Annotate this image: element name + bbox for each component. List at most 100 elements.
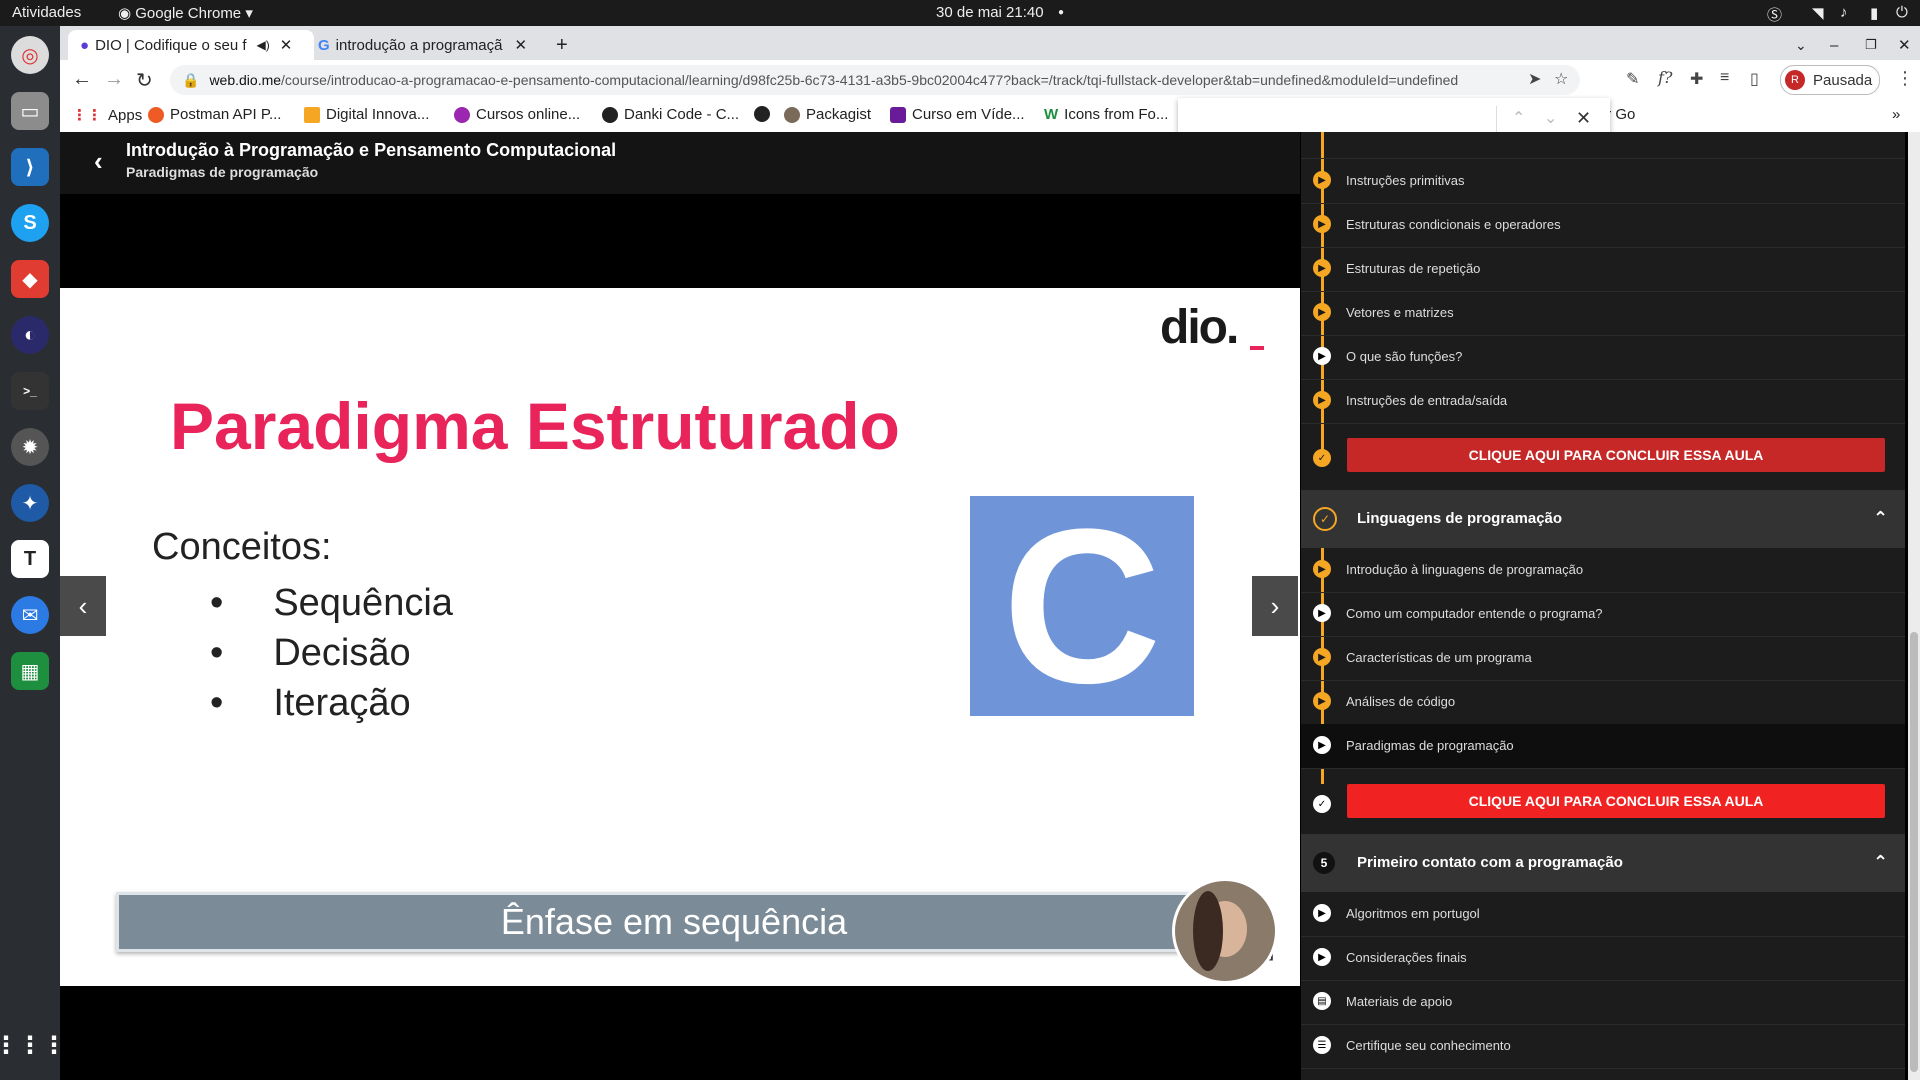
bullet-item: • Iteração (210, 682, 411, 724)
sidepanel-icon[interactable]: ▯ (1750, 69, 1759, 89)
section-header-languages[interactable]: ✓ Linguagens de programação ⌃ (1301, 490, 1905, 548)
profile-button[interactable]: R Pausada (1780, 65, 1880, 95)
collapse-chevron-icon[interactable]: ⌃ (1873, 852, 1888, 873)
media-icon[interactable]: ≡ (1720, 69, 1729, 87)
lesson-item[interactable]: ▶ Instruções primitivas (1301, 159, 1905, 204)
tab-search-icon[interactable]: ⌄ (1795, 30, 1807, 60)
bookmark-cursos-online[interactable]: Cursos online... (454, 106, 580, 123)
find-close-icon[interactable]: ✕ (1576, 108, 1591, 129)
battery-icon[interactable]: ▮ (1870, 4, 1878, 22)
compass-icon[interactable]: ✦ (11, 484, 49, 522)
instructor-avatar (1172, 878, 1278, 984)
play-icon: ▶ (1313, 391, 1331, 409)
share-icon[interactable]: ➤ (1528, 69, 1541, 89)
reload-icon[interactable]: ↻ (136, 68, 153, 93)
bookmark-digital-innovation[interactable]: Digital Innova... (304, 106, 429, 123)
extension-pen-icon[interactable]: ✎ (1626, 69, 1639, 89)
skype-icon[interactable]: S (11, 204, 49, 242)
play-icon: ▶ (1313, 215, 1331, 233)
concepts-label: Conceitos: (152, 526, 332, 568)
tab-google[interactable]: G introdução a programaçã ✕ (308, 30, 548, 60)
wifi-icon[interactable]: ◥ (1812, 4, 1824, 22)
address-bar[interactable]: 🔒 web.dio.me/course/introducao-a-program… (170, 65, 1580, 95)
volume-icon[interactable]: ♪ (1840, 4, 1848, 21)
page-content: ‹ Introdução à Programação e Pensamento … (60, 132, 1920, 1080)
files-icon[interactable]: ▭ (11, 92, 49, 130)
google-favicon-icon: G (318, 36, 330, 54)
lesson-item[interactable]: ▶ Introdução à linguagens de programação (1301, 548, 1905, 593)
play-icon: ▶ (1313, 560, 1331, 578)
complete-lesson-button[interactable]: CLIQUE AQUI PARA CONCLUIR ESSA AULA (1347, 784, 1885, 818)
course-sidebar: ▶ Instruções primitivas ▶ Estruturas condi… (1301, 132, 1905, 1080)
close-window-button[interactable]: ✕ (1898, 30, 1911, 60)
play-icon: ▶ (1313, 948, 1331, 966)
next-slide-button[interactable]: › (1252, 576, 1298, 636)
lesson-item[interactable]: ▶ Estruturas de repetição (1301, 247, 1905, 292)
course-title: Introdução à Programação e Pensamento Co… (126, 140, 617, 160)
lesson-item-current[interactable]: ▶ Paradigmas de programação (1301, 724, 1905, 769)
bookmark-curso-em-video[interactable]: Curso em Víde... (890, 106, 1025, 123)
power-icon[interactable]: ⏻ (1896, 4, 1908, 21)
more-bookmarks-icon[interactable]: » (1892, 106, 1900, 123)
browser-toolbar: ← → ↻ 🔒 web.dio.me/course/introducao-a-p… (60, 60, 1920, 100)
lesson-item[interactable]: ☰ Certifique seu conhecimento (1301, 1024, 1905, 1069)
lesson-item[interactable]: ▤ Materiais de apoio (1301, 980, 1905, 1025)
icons8-icon: W (1044, 106, 1059, 123)
eclipse-icon[interactable]: ◐ (11, 316, 49, 354)
formula-extension-icon[interactable]: f? (1658, 68, 1673, 87)
activities-button[interactable]: Atividades (12, 4, 81, 21)
lock-icon: 🔒 (182, 71, 200, 88)
lesson-item[interactable]: ▶ Algoritmos em portugol (1301, 892, 1905, 937)
bookmark-globe[interactable] (754, 106, 770, 122)
forward-icon[interactable]: → (104, 68, 124, 91)
back-arrow-icon[interactable]: ‹ (94, 146, 103, 177)
find-previous-icon[interactable]: ⌃ (1512, 108, 1525, 128)
minimize-button[interactable]: – (1830, 30, 1838, 60)
lesson-item[interactable]: ▶ Instruções de entrada/saída (1301, 379, 1905, 424)
section-header-first-contact[interactable]: 5 Primeiro contato com a programação ⌃ (1301, 834, 1905, 892)
bookmark-icons-from[interactable]: W Icons from Fo... (1044, 106, 1168, 123)
extensions-icon[interactable]: ✚ (1690, 69, 1703, 89)
close-tab-icon[interactable]: ✕ (280, 36, 293, 54)
bookmark-star-icon[interactable]: ☆ (1554, 69, 1568, 89)
clock[interactable]: 30 de mai 21:40 (936, 4, 1044, 21)
thunderbird-icon[interactable]: ✉ (11, 596, 49, 634)
mute-icon[interactable]: ◀) (257, 38, 270, 52)
back-icon[interactable]: ← (72, 68, 92, 91)
bookmark-danki-code[interactable]: Danki Code - C... (602, 106, 739, 123)
complete-lesson-button[interactable]: CLIQUE AQUI PARA CONCLUIR ESSA AULA (1347, 438, 1885, 472)
lesson-item[interactable]: ▶ O que são funções? (1301, 335, 1905, 380)
skype-tray-icon[interactable]: Ⓢ (1767, 4, 1782, 25)
spreadsheet-icon[interactable]: ▦ (11, 652, 49, 690)
bookmark-packagist[interactable]: Packagist (784, 106, 871, 123)
app-grid-icon[interactable]: ⋮⋮⋮ (0, 1026, 66, 1064)
tab-dio[interactable]: ● DIO | Codifique o seu f ◀) ✕ (68, 30, 314, 60)
vscode-icon[interactable]: ⟩ (11, 148, 49, 186)
anydesk-icon[interactable]: ◆ (11, 260, 49, 298)
prev-slide-button[interactable]: ‹ (60, 576, 106, 636)
chrome-icon[interactable]: ◎ (11, 36, 49, 74)
lesson-header: ‹ Introdução à Programação e Pensamento … (60, 132, 1300, 194)
menu-icon[interactable]: ⋮ (1896, 68, 1914, 89)
lesson-item[interactable]: ▶ Vetores e matrizes (1301, 291, 1905, 336)
collapse-chevron-icon[interactable]: ⌃ (1873, 508, 1888, 529)
app-menu[interactable]: ◉ Google Chrome ▾ (118, 4, 253, 22)
typora-icon[interactable]: T (11, 540, 49, 578)
lesson-item[interactable]: ▶ Como um computador entende o programa? (1301, 592, 1905, 637)
lesson-item[interactable]: ▶ Estruturas condicionais e operadores (1301, 203, 1905, 248)
scrollbar-thumb[interactable] (1910, 632, 1918, 1072)
scrollbar[interactable] (1908, 132, 1920, 1080)
lesson-item[interactable]: ▶ Considerações finais (1301, 936, 1905, 981)
find-next-icon[interactable]: ⌄ (1544, 108, 1557, 128)
c-language-logo: C (970, 496, 1194, 716)
video-slide[interactable]: dio. Paradigma Estruturado Conceitos: • S… (60, 288, 1300, 986)
close-tab-icon[interactable]: ✕ (514, 36, 527, 54)
lesson-item[interactable]: ▶ Características de um programa (1301, 636, 1905, 681)
new-tab-button[interactable]: + (556, 30, 568, 60)
settings-icon[interactable]: ✹ (11, 428, 49, 466)
lesson-item[interactable]: ▶ Análises de código (1301, 680, 1905, 725)
restore-button[interactable]: ❐ (1865, 30, 1877, 60)
bookmark-apps[interactable]: ⋮⋮ Apps (72, 106, 142, 125)
terminal-icon[interactable]: >_ (11, 372, 49, 410)
bookmark-postman[interactable]: Postman API P... (148, 106, 281, 123)
